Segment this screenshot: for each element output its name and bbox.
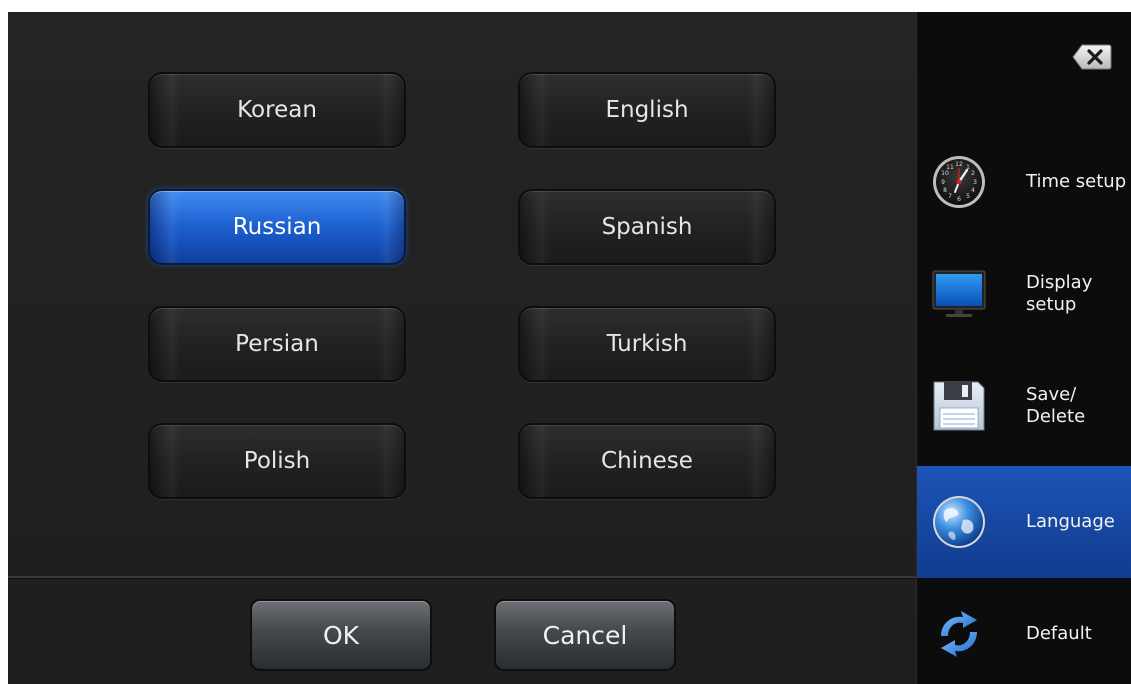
svg-text:10: 10 <box>941 170 949 177</box>
svg-text:3: 3 <box>973 179 977 186</box>
sidebar-item-time-setup[interactable]: 12 1 2 3 4 5 6 7 8 9 10 11 Time setup <box>917 126 1131 238</box>
language-russian-button[interactable]: Russian <box>148 189 406 265</box>
language-chinese-button[interactable]: Chinese <box>518 423 776 499</box>
sidebar-item-label: Default <box>1026 623 1092 644</box>
svg-text:2: 2 <box>971 170 975 177</box>
sidebar-item-label: Language <box>1026 511 1115 532</box>
settings-screen: Korean English Russian Spanish Persian T… <box>8 12 1131 684</box>
sidebar-item-display-setup[interactable]: Display setup <box>917 238 1131 350</box>
sidebar-item-label: Display setup <box>1026 272 1093 315</box>
sidebar-item-default[interactable]: Default <box>917 578 1131 684</box>
language-english-button[interactable]: English <box>518 72 776 148</box>
sidebar-item-language[interactable]: Language <box>917 466 1131 578</box>
language-korean-button[interactable]: Korean <box>148 72 406 148</box>
svg-text:6: 6 <box>957 196 961 203</box>
language-spanish-button[interactable]: Spanish <box>518 189 776 265</box>
svg-text:8: 8 <box>943 187 947 194</box>
svg-text:4: 4 <box>971 187 975 194</box>
svg-text:11: 11 <box>946 164 954 171</box>
svg-text:7: 7 <box>948 193 952 200</box>
sidebar-item-label: Save/ Delete <box>1026 384 1086 427</box>
language-panel: Korean English Russian Spanish Persian T… <box>8 12 916 684</box>
language-persian-button[interactable]: Persian <box>148 306 406 382</box>
footer-divider <box>8 576 916 579</box>
refresh-icon <box>931 606 987 662</box>
language-turkish-button[interactable]: Turkish <box>518 306 776 382</box>
clock-icon: 12 1 2 3 4 5 6 7 8 9 10 11 <box>931 154 987 210</box>
svg-text:9: 9 <box>941 179 945 186</box>
svg-text:12: 12 <box>955 161 963 168</box>
ok-button[interactable]: OK <box>250 599 432 671</box>
sidebar-item-save-delete[interactable]: Save/ Delete <box>917 350 1131 462</box>
cancel-button[interactable]: Cancel <box>494 599 676 671</box>
sidebar-item-label: Time setup <box>1026 171 1127 192</box>
floppy-disk-icon <box>931 378 987 434</box>
settings-sidebar: 12 1 2 3 4 5 6 7 8 9 10 11 Time setup Di… <box>916 12 1131 684</box>
svg-text:5: 5 <box>966 193 970 200</box>
language-polish-button[interactable]: Polish <box>148 423 406 499</box>
globe-icon <box>931 494 987 550</box>
monitor-icon <box>931 266 987 322</box>
backspace-close-icon[interactable] <box>1072 44 1112 70</box>
